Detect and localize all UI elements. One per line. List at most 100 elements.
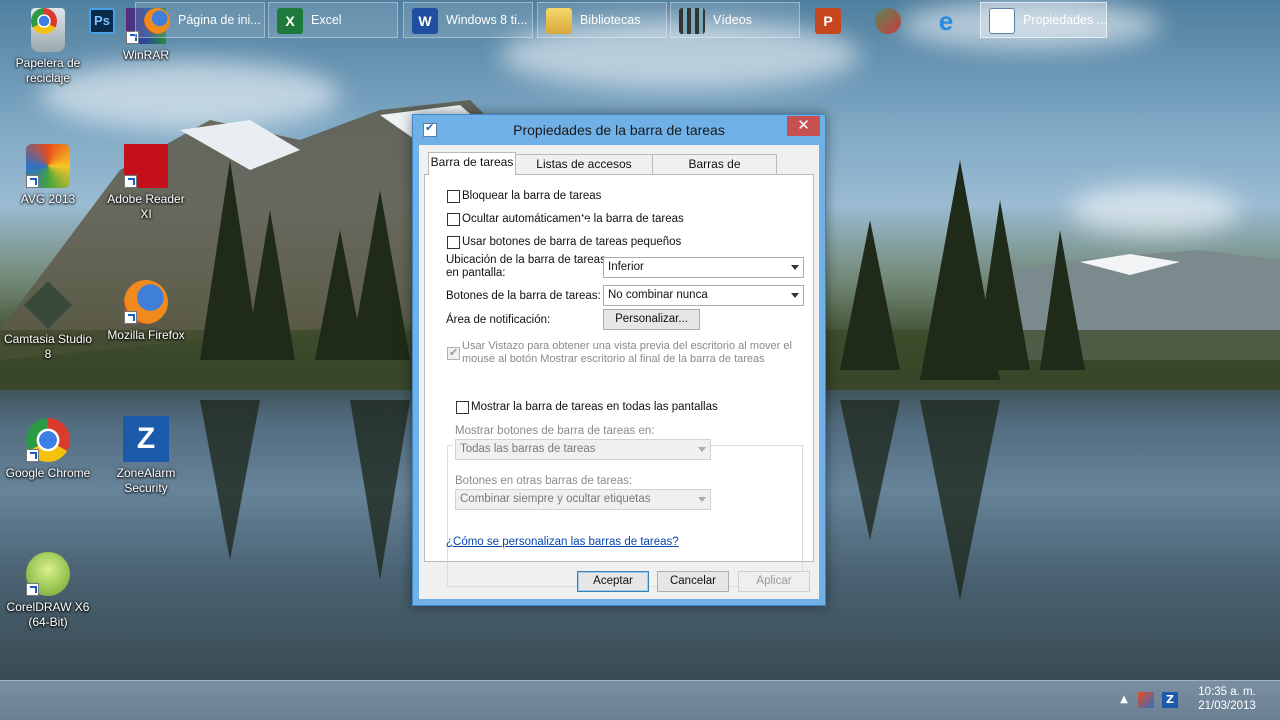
shortcut-arrow-icon <box>124 311 137 324</box>
desktop-icon-label: CorelDRAW X6 (64-Bit) <box>6 600 90 629</box>
firefox-icon <box>124 280 168 324</box>
shortcut-arrow-icon <box>26 583 39 596</box>
tab-listas-accesos-directos[interactable]: Listas de accesos directos <box>515 154 653 190</box>
lock-taskbar-checkbox[interactable] <box>447 190 460 203</box>
taskbar-button-taskbar-properties[interactable]: Propiedades ... <box>980 2 1107 38</box>
ie-icon: e <box>938 6 954 36</box>
taskbar-button-excel[interactable]: X Excel <box>268 2 398 38</box>
shortcut-arrow-icon <box>26 449 39 462</box>
taskbar-properties-icon <box>989 8 1015 34</box>
close-button[interactable]: ✕ <box>787 116 820 136</box>
peek-checkbox <box>447 346 460 360</box>
dialog-body: Barra de tareas Listas de accesos direct… <box>419 145 819 599</box>
clock-date: 21/03/2013 <box>1198 700 1256 712</box>
tab-barra-de-tareas[interactable]: Barra de tareas <box>428 152 516 175</box>
multi-display-group <box>447 445 803 587</box>
tool-icon <box>875 8 901 34</box>
show-hidden-icons-button[interactable]: ▲ <box>1116 692 1132 708</box>
help-link[interactable]: ¿Cómo se personalizan las barras de tare… <box>446 536 679 548</box>
taskbar-button-label: Propiedades ... <box>1023 13 1107 27</box>
desktop-icon-adobe-reader[interactable]: Adobe Reader XI <box>100 144 192 222</box>
dialog-titlebar[interactable]: Propiedades de la barra de tareas ✕ <box>413 115 825 145</box>
chevron-down-icon <box>698 497 706 502</box>
taskbar-button-ie[interactable]: e <box>924 2 970 38</box>
desktop-icon-coreldraw[interactable]: CorelDRAW X6 (64-Bit) <box>2 552 94 630</box>
location-value: Inferior <box>608 261 644 273</box>
taskbar-properties-dialog: Propiedades de la barra de tareas ✕ Barr… <box>412 114 826 606</box>
buttons-dropdown[interactable]: No combinar nunca <box>603 285 804 306</box>
desktop-icon-label: Papelera de reciclaje <box>15 56 81 85</box>
taskbar-button-libraries[interactable]: Bibliotecas <box>537 2 667 38</box>
dialog-title: Propiedades de la barra de tareas <box>513 122 725 138</box>
clock-time: 10:35 a. m. <box>1198 686 1256 698</box>
desktop-icon-firefox[interactable]: Mozilla Firefox <box>100 280 192 343</box>
word-icon: W <box>412 8 438 34</box>
desktop-icon-zonealarm[interactable]: Z ZoneAlarm Security <box>100 416 192 496</box>
taskbar-button-powerpoint[interactable]: P <box>806 2 852 38</box>
desktop-icon-camtasia[interactable]: Camtasia Studio 8 <box>2 280 94 362</box>
photoshop-icon: Ps <box>89 8 115 34</box>
other-buttons-dropdown: Combinar siempre y ocultar etiquetas <box>455 489 711 510</box>
desktop-icon-label: Camtasia Studio 8 <box>3 332 93 361</box>
lock-taskbar-label: Bloquear la barra de tareas <box>462 190 602 202</box>
desktop-icon-label: Mozilla Firefox <box>107 328 185 342</box>
cancel-button[interactable]: Cancelar <box>657 571 729 592</box>
taskbar-button-label: Vídeos <box>713 13 752 27</box>
taskbar-button-label: Página de ini... <box>178 13 261 27</box>
desktop-icon-chrome[interactable]: Google Chrome <box>2 418 94 481</box>
chrome-icon <box>26 418 70 462</box>
tab-panel: Bloquear la barra de tareas Ocultar auto… <box>424 174 814 587</box>
small-buttons-label: Usar botones de barra de tareas pequeños <box>462 236 682 248</box>
show-all-displays-label: Mostrar la barra de tareas en todas las … <box>471 401 718 413</box>
show-buttons-value: Todas las barras de tareas <box>460 443 596 455</box>
taskbar <box>0 680 1280 720</box>
customize-button[interactable]: Personalizar... <box>603 309 700 330</box>
apply-button: Aplicar <box>738 571 810 592</box>
taskbar-button-videos[interactable]: Vídeos <box>670 2 800 38</box>
notification-label: Área de notificación: <box>446 314 551 326</box>
avg-icon <box>26 144 70 188</box>
video-icon <box>679 8 705 34</box>
location-dropdown[interactable]: Inferior <box>603 257 804 278</box>
folder-icon <box>546 8 572 34</box>
autohide-checkbox[interactable] <box>447 213 460 226</box>
adobe-reader-icon <box>124 144 168 188</box>
taskbar-button-word[interactable]: W Windows 8 ti... <box>403 2 533 38</box>
desktop-icon-label: ZoneAlarm Security <box>116 466 176 495</box>
taskbar-button-chrome[interactable] <box>22 2 68 38</box>
other-buttons-label: Botones en otras barras de tareas: <box>455 475 633 487</box>
avg-tray-icon[interactable] <box>1138 692 1154 708</box>
taskbar-button-label: Excel <box>311 13 342 27</box>
shortcut-arrow-icon <box>26 175 39 188</box>
chevron-down-icon <box>698 447 706 452</box>
tab-barras-herramientas[interactable]: Barras de herramientas <box>652 154 777 190</box>
location-label: Ubicación de la barra de tareas en panta… <box>446 254 606 279</box>
chevron-down-icon <box>791 265 799 270</box>
small-buttons-checkbox[interactable] <box>447 236 460 249</box>
chrome-icon <box>31 8 57 34</box>
buttons-label: Botones de la barra de tareas: <box>446 290 601 302</box>
coreldraw-icon <box>26 552 70 596</box>
ok-button[interactable]: Aceptar <box>577 571 649 592</box>
shortcut-arrow-icon <box>124 175 137 188</box>
other-buttons-value: Combinar siempre y ocultar etiquetas <box>460 493 651 505</box>
firefox-icon <box>144 8 170 34</box>
peek-label: Usar Vistazo para obtener una vista prev… <box>462 340 792 365</box>
show-buttons-label: Mostrar botones de barra de tareas en: <box>455 425 655 437</box>
system-clock[interactable]: 10:35 a. m. 21/03/2013 <box>1192 685 1262 713</box>
taskbar-button-tool[interactable] <box>866 2 912 38</box>
show-all-displays-checkbox[interactable] <box>456 401 469 414</box>
camtasia-icon <box>23 280 73 330</box>
zonealarm-tray-icon[interactable]: Z <box>1162 692 1178 708</box>
taskbar-button-photoshop[interactable]: Ps <box>80 2 126 38</box>
chevron-down-icon <box>791 293 799 298</box>
autohide-label: Ocultar automáticamente la barra de tare… <box>462 213 684 225</box>
taskbar-button-label: Windows 8 ti... <box>446 13 528 27</box>
desktop-icon-label: Google Chrome <box>5 466 91 480</box>
desktop-icon-label: Adobe Reader XI <box>107 192 185 221</box>
powerpoint-icon: P <box>815 8 841 34</box>
desktop-icon-avg[interactable]: AVG 2013 <box>2 144 94 207</box>
show-buttons-dropdown: Todas las barras de tareas <box>455 439 711 460</box>
taskbar-button-firefox[interactable]: Página de ini... <box>135 2 265 38</box>
zonealarm-icon: Z <box>123 416 169 462</box>
